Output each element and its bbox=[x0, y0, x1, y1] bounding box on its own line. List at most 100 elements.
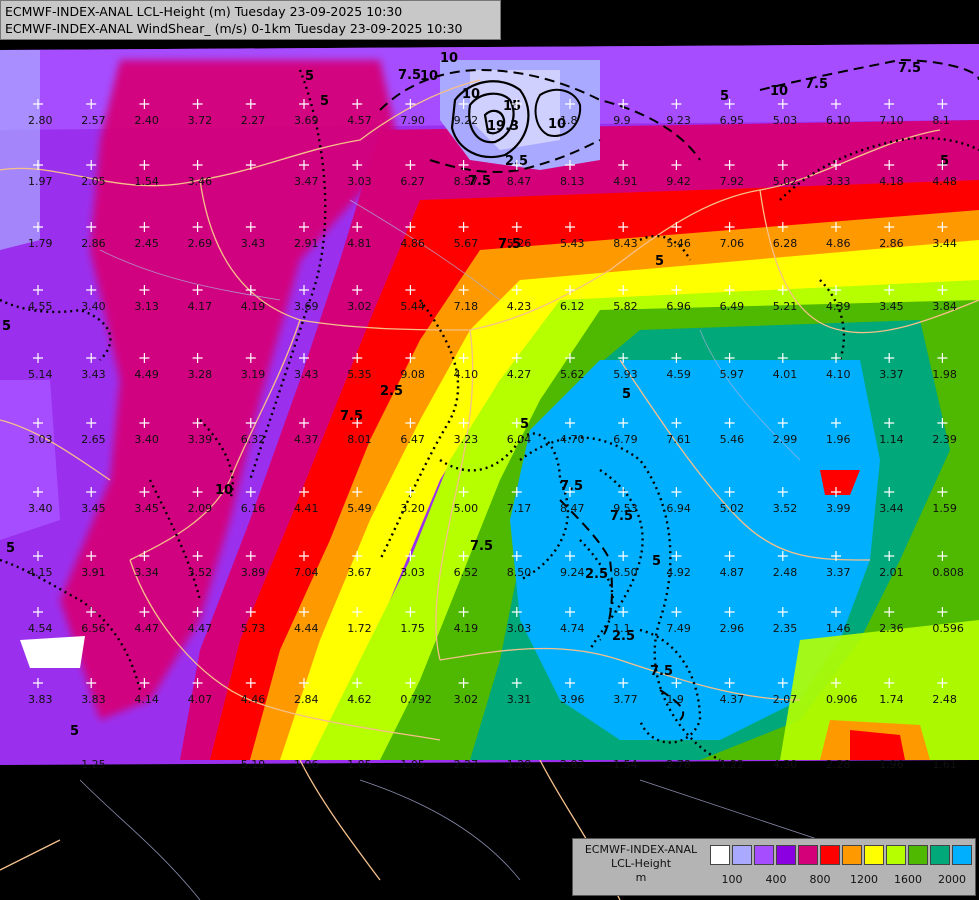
grid-value: 3.37 bbox=[826, 566, 851, 579]
grid-value: 2.57 bbox=[81, 114, 106, 127]
grid-value: 5.44 bbox=[400, 300, 425, 313]
grid-value: 3.19 bbox=[241, 368, 265, 381]
map-header: ECMWF-INDEX-ANAL LCL-Height (m) Tuesday … bbox=[0, 0, 501, 40]
grid-value: 4.48 bbox=[932, 175, 957, 188]
grid-value: 0.596 bbox=[932, 622, 964, 635]
grid-value: 4.92 bbox=[666, 566, 691, 579]
grid-value: 3.69 bbox=[294, 300, 319, 313]
grid-value: 1.54 bbox=[134, 175, 159, 188]
grid-value: 1.96 bbox=[294, 758, 319, 771]
grid-value: 3.03 bbox=[347, 175, 372, 188]
grid-value: 2.05 bbox=[81, 175, 106, 188]
lcl-field bbox=[0, 44, 979, 765]
grid-value: 2.39 bbox=[932, 433, 957, 446]
grid-value: 6.52 bbox=[454, 566, 479, 579]
grid-value: 1.9 bbox=[666, 693, 684, 706]
grid-value: 3.40 bbox=[134, 433, 159, 446]
grid-value: 4.74 bbox=[560, 622, 585, 635]
grid-value: 6.47 bbox=[400, 433, 425, 446]
grid-value: 4.44 bbox=[294, 622, 319, 635]
legend-field: LCL-Height bbox=[610, 857, 672, 870]
grid-value: 3.43 bbox=[81, 368, 106, 381]
grid-value: 0.792 bbox=[400, 693, 432, 706]
grid-value: 4.46 bbox=[241, 693, 265, 706]
grid-value: 8.47 bbox=[560, 502, 585, 515]
grid-value: 4.54 bbox=[28, 622, 53, 635]
grid-value: 3.03 bbox=[507, 622, 532, 635]
legend-swatch bbox=[842, 845, 862, 865]
contour-label: 7.5 bbox=[805, 77, 828, 92]
legend-swatch bbox=[886, 845, 906, 865]
grid-value: 5.02 bbox=[773, 175, 798, 188]
grid-value: 2.45 bbox=[134, 237, 159, 250]
grid-value: 2.35 bbox=[773, 622, 798, 635]
grid-value: 6.04 bbox=[507, 433, 532, 446]
contour-label: 5 bbox=[70, 724, 79, 739]
grid-value: 3.03 bbox=[400, 566, 425, 579]
contour-label: 7.5 bbox=[470, 539, 493, 554]
grid-value: 3.52 bbox=[188, 566, 213, 579]
grid-value: 2.48 bbox=[932, 693, 957, 706]
contour-label: 19.3 bbox=[487, 119, 519, 134]
grid-value: 6.12 bbox=[560, 300, 585, 313]
grid-value: 3.33 bbox=[826, 175, 851, 188]
contour-label: 5 bbox=[320, 94, 329, 109]
grid-value: 7.49 bbox=[666, 622, 691, 635]
grid-value: 8.50 bbox=[613, 566, 638, 579]
legend-swatch bbox=[930, 845, 950, 865]
legend-tick: 100 bbox=[721, 873, 743, 886]
grid-value: 2.01 bbox=[879, 566, 904, 579]
grid-value: 2.78 bbox=[666, 758, 691, 771]
legend-swatch bbox=[732, 845, 752, 865]
legend-swatch bbox=[776, 845, 796, 865]
grid-value: 3.47 bbox=[294, 175, 319, 188]
grid-value: 4.15 bbox=[28, 566, 53, 579]
grid-value: 2.09 bbox=[188, 502, 213, 515]
grid-value: 3.96 bbox=[560, 693, 585, 706]
color-legend: ECMWF-INDEX-ANAL LCL-Height m 100 400 800 1… bbox=[572, 838, 976, 896]
grid-value: 2.84 bbox=[294, 693, 319, 706]
grid-value: 3.37 bbox=[879, 368, 904, 381]
grid-value: 8.01 bbox=[347, 433, 372, 446]
grid-value: 1.1 bbox=[613, 622, 631, 635]
contour-label: 5 bbox=[520, 417, 529, 432]
grid-value: 3.43 bbox=[241, 237, 265, 250]
grid-value: 7.90 bbox=[400, 114, 425, 127]
grid-value: 4.41 bbox=[294, 502, 319, 515]
grid-value: 1.59 bbox=[932, 502, 957, 515]
grid-value: 2.86 bbox=[879, 237, 904, 250]
grid-value: 3.28 bbox=[188, 368, 213, 381]
grid-value: 4.55 bbox=[28, 300, 53, 313]
grid-value: 3.83 bbox=[28, 693, 53, 706]
grid-value: 5.03 bbox=[773, 114, 798, 127]
grid-value: 5.35 bbox=[347, 368, 372, 381]
grid-value: 5.93 bbox=[613, 368, 638, 381]
grid-value: 3.67 bbox=[347, 566, 372, 579]
grid-value: 6.32 bbox=[241, 433, 265, 446]
contour-label: 7.5 bbox=[340, 409, 363, 424]
grid-value: 4.59 bbox=[666, 368, 691, 381]
grid-value: 4.17 bbox=[188, 300, 213, 313]
contour-label: 10 bbox=[440, 51, 458, 66]
grid-value: 4.47 bbox=[188, 622, 213, 635]
contour-label: 2.5 bbox=[585, 567, 608, 582]
grid-value: 9.22 bbox=[454, 114, 479, 127]
grid-value: 3.31 bbox=[507, 693, 532, 706]
grid-value: 1.74 bbox=[879, 693, 904, 706]
grid-value: 0.808 bbox=[932, 566, 964, 579]
grid-value: 3.13 bbox=[134, 300, 159, 313]
contour-label: 5 bbox=[720, 89, 729, 104]
legend-swatch bbox=[710, 845, 730, 865]
grid-value: 3.20 bbox=[400, 502, 425, 515]
grid-value: 3.69 bbox=[294, 114, 319, 127]
grid-value: 4.19 bbox=[454, 622, 479, 635]
contour-label: 10 bbox=[420, 69, 438, 84]
grid-value: 8.13 bbox=[560, 175, 585, 188]
grid-value: 8.50 bbox=[507, 566, 532, 579]
grid-value: 4.87 bbox=[720, 566, 745, 579]
grid-value: 7.61 bbox=[666, 433, 691, 446]
grid-value: 8.43 bbox=[613, 237, 638, 250]
grid-value: 2.28 bbox=[826, 758, 851, 771]
contour-label: 7.5 bbox=[650, 664, 673, 679]
grid-value: 3.45 bbox=[81, 502, 106, 515]
